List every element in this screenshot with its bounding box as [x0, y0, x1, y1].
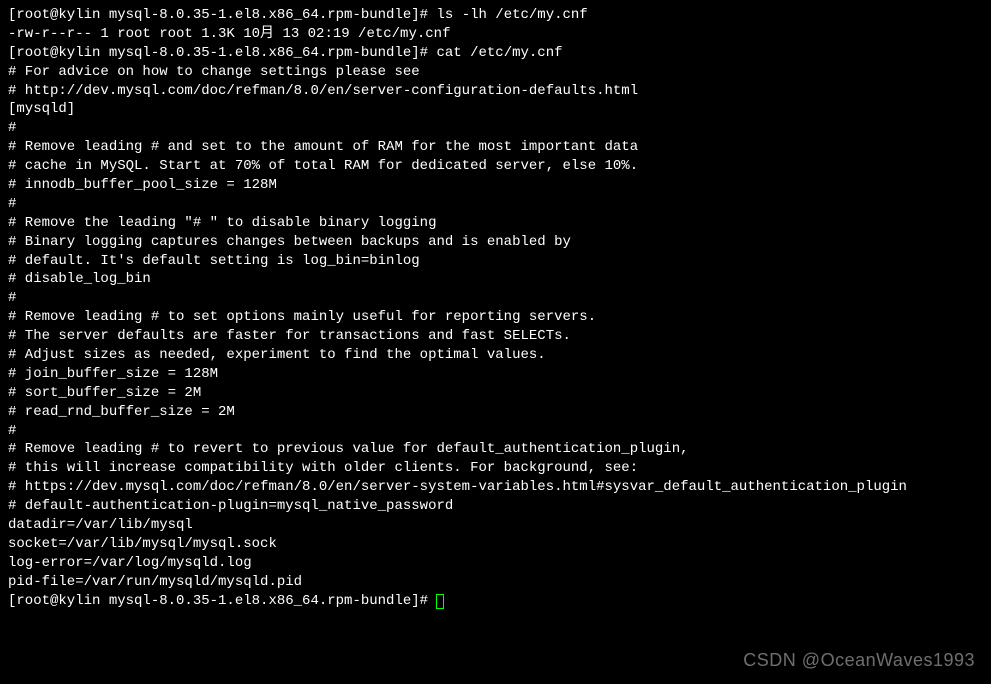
file-line: # this will increase compatibility with … — [8, 459, 983, 478]
prompt-line-2: [root@kylin mysql-8.0.35-1.el8.x86_64.rp… — [8, 44, 983, 63]
file-line: pid-file=/var/run/mysqld/mysqld.pid — [8, 573, 983, 592]
file-line: # sort_buffer_size = 2M — [8, 384, 983, 403]
file-line: # — [8, 119, 983, 138]
shell-prompt: [root@kylin mysql-8.0.35-1.el8.x86_64.rp… — [8, 7, 436, 23]
file-line: # default-authentication-plugin=mysql_na… — [8, 497, 983, 516]
file-line: # http://dev.mysql.com/doc/refman/8.0/en… — [8, 82, 983, 101]
file-line: socket=/var/lib/mysql/mysql.sock — [8, 535, 983, 554]
file-line: # For advice on how to change settings p… — [8, 63, 983, 82]
file-line: # disable_log_bin — [8, 270, 983, 289]
file-line: # innodb_buffer_pool_size = 128M — [8, 176, 983, 195]
command-cat: cat /etc/my.cnf — [436, 45, 562, 61]
file-line: # default. It's default setting is log_b… — [8, 252, 983, 271]
file-line: # The server defaults are faster for tra… — [8, 327, 983, 346]
file-line: # join_buffer_size = 128M — [8, 365, 983, 384]
ls-output: -rw-r--r-- 1 root root 1.3K 10月 13 02:19… — [8, 25, 983, 44]
file-line: # Binary logging captures changes betwee… — [8, 233, 983, 252]
prompt-line-3[interactable]: [root@kylin mysql-8.0.35-1.el8.x86_64.rp… — [8, 592, 983, 611]
file-line: # Remove the leading "# " to disable bin… — [8, 214, 983, 233]
shell-prompt: [root@kylin mysql-8.0.35-1.el8.x86_64.rp… — [8, 45, 436, 61]
prompt-line-1: [root@kylin mysql-8.0.35-1.el8.x86_64.rp… — [8, 6, 983, 25]
file-line: # cache in MySQL. Start at 70% of total … — [8, 157, 983, 176]
file-line: # Remove leading # to set options mainly… — [8, 308, 983, 327]
file-line: # https://dev.mysql.com/doc/refman/8.0/e… — [8, 478, 983, 497]
file-line: # read_rnd_buffer_size = 2M — [8, 403, 983, 422]
file-line: # Adjust sizes as needed, experiment to … — [8, 346, 983, 365]
file-line: # — [8, 422, 983, 441]
watermark-text: CSDN @OceanWaves1993 — [743, 648, 975, 672]
file-line: log-error=/var/log/mysqld.log — [8, 554, 983, 573]
file-line: datadir=/var/lib/mysql — [8, 516, 983, 535]
file-line: [mysqld] — [8, 100, 983, 119]
file-line: # Remove leading # and set to the amount… — [8, 138, 983, 157]
command-ls: ls -lh /etc/my.cnf — [436, 7, 587, 23]
shell-prompt: [root@kylin mysql-8.0.35-1.el8.x86_64.rp… — [8, 593, 436, 609]
terminal-output[interactable]: [root@kylin mysql-8.0.35-1.el8.x86_64.rp… — [8, 6, 983, 611]
terminal-cursor — [436, 594, 444, 609]
file-line: # — [8, 195, 983, 214]
file-line: # — [8, 289, 983, 308]
file-line: # Remove leading # to revert to previous… — [8, 440, 983, 459]
